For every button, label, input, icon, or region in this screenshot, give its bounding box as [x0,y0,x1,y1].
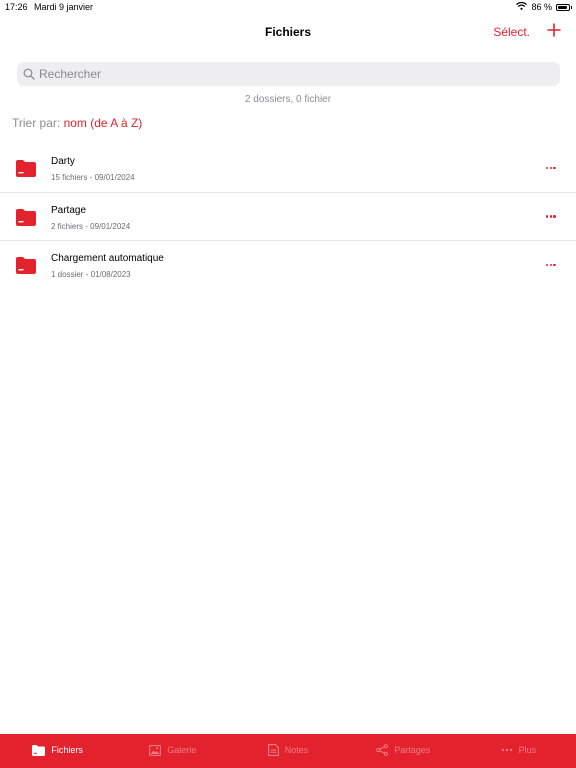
status-indicators: 86 % [516,1,572,12]
battery-level [558,5,567,9]
list-item[interactable]: Chargement automatique 1 dossier - 01/08… [0,241,576,290]
file-meta: 2 fichiers - 09/01/2024 [51,221,131,231]
list-item[interactable]: Partage 2 fichiers - 09/01/2024 [0,193,576,241]
more-options-button[interactable] [546,163,557,173]
status-time: 17:26 [5,2,28,12]
sort-label: Trier par: [12,116,61,130]
folder-icon [16,257,36,274]
file-name: Darty [51,156,75,167]
page-title: Fichiers [264,25,312,39]
tab-label: Fichiers [51,745,83,755]
add-button[interactable] [546,22,562,38]
tab-plus[interactable]: Plus [461,734,576,768]
file-name: Chargement automatique [51,253,164,264]
folder-icon [16,208,36,226]
tab-fichiers[interactable]: Fichiers [0,734,115,768]
navigation-bar: Fichiers Sélect. [0,16,576,48]
tab-label: Plus [518,745,537,755]
tab-notes[interactable]: Notes [230,734,345,768]
file-name: Partage [51,204,87,216]
tab-galerie[interactable]: Galerie [115,734,230,768]
tab-label: Notes [284,745,309,755]
sort-value[interactable]: nom (de A à Z) [64,116,143,130]
file-meta: 15 fichiers - 09/01/2024 [51,173,135,182]
battery-percentage: 86 % [531,2,552,12]
status-date: Mardi 9 janvier [34,2,94,12]
search-input[interactable] [39,67,539,81]
file-meta: 1 dossier - 01/08/2023 [51,270,131,279]
tab-partages[interactable]: Partages [346,734,461,768]
file-list: Darty 15 fichiers - 09/01/2024 Partage 2… [0,144,576,290]
search-icon [23,68,35,80]
note-icon [267,744,279,756]
folder-summary: 2 dossiers, 0 fichier [244,94,332,105]
more-options-button[interactable] [546,212,557,222]
battery-icon [556,3,572,11]
more-options-button[interactable] [546,260,557,270]
list-item[interactable]: Darty 15 fichiers - 09/01/2024 [0,144,576,193]
tab-label: Galerie [167,745,197,755]
plus-icon [547,23,561,37]
more-icon [501,748,512,752]
search-bar[interactable] [17,62,560,86]
tab-bar: Fichiers Galerie Notes Partages Plus [0,734,576,768]
tab-label: Partages [394,745,431,755]
wifi-icon [516,1,528,12]
image-icon [149,744,162,756]
sort-control: Trier par: nom (de A à Z) [12,116,142,130]
folder-icon [16,160,36,177]
share-icon [376,744,389,756]
select-button[interactable]: Sélect. [493,25,530,39]
status-bar: 17:26 Mardi 9 janvier 86 % [0,0,576,16]
folder-icon [32,744,46,756]
